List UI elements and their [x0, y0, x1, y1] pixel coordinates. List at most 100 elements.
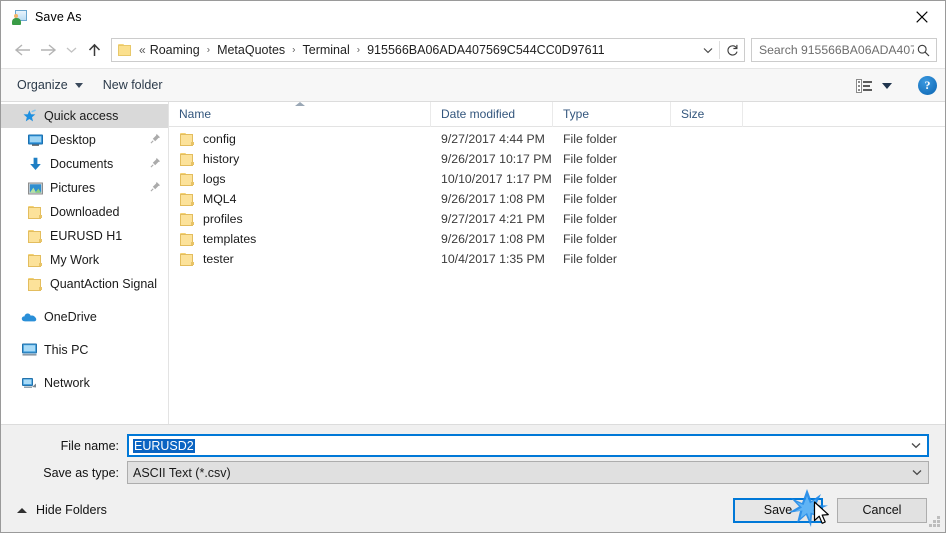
save-as-dialog: Save As « Roaming › MetaQuotes › Termina…	[0, 0, 946, 533]
folder-icon	[27, 204, 43, 220]
folder-icon	[180, 192, 195, 206]
chevron-down-icon[interactable]	[61, 37, 81, 63]
sidebar-item-pictures[interactable]: Pictures	[1, 176, 168, 200]
sidebar-item-quick-access[interactable]: Quick access	[1, 104, 168, 128]
cell-name: profiles	[169, 212, 431, 226]
breadcrumb-item-metaquotes[interactable]: MetaQuotes	[216, 43, 286, 57]
file-name-label: MQL4	[203, 192, 237, 206]
new-folder-label: New folder	[102, 78, 163, 92]
arrow-up-icon[interactable]	[81, 37, 107, 63]
table-row[interactable]: profiles 9/27/2017 4:21 PM File folder	[169, 209, 945, 229]
computer-icon	[21, 342, 37, 358]
picture-icon	[27, 180, 43, 196]
folder-icon	[180, 232, 195, 246]
toolbar: Organize New folder ?	[1, 69, 945, 102]
arrow-right-icon[interactable]	[35, 37, 61, 63]
column-header-size[interactable]: Size	[671, 101, 743, 127]
resize-grip-icon[interactable]	[929, 516, 941, 528]
help-button[interactable]: ?	[918, 76, 937, 95]
window-title: Save As	[35, 9, 82, 24]
organize-button[interactable]: Organize	[11, 75, 89, 95]
cell-type: File folder	[563, 152, 617, 166]
cell-type: File folder	[563, 212, 617, 226]
folder-icon	[180, 172, 195, 186]
pin-icon[interactable]	[150, 157, 162, 171]
cell-name: templates	[169, 232, 431, 246]
column-header-label: Size	[681, 107, 705, 121]
sidebar-item-my-work[interactable]: My Work	[1, 248, 168, 272]
sidebar-item-onedrive[interactable]: OneDrive	[1, 305, 168, 329]
sidebar-item-network[interactable]: Network	[1, 371, 168, 395]
cell-type: File folder	[563, 252, 617, 266]
sidebar-item-this-pc[interactable]: This PC	[1, 338, 168, 362]
cell-date-modified: 9/26/2017 10:17 PM	[441, 152, 552, 166]
hide-folders-button[interactable]: Hide Folders	[11, 503, 107, 517]
navigation-sidebar: Quick access Desktop Documents Pictures …	[1, 102, 169, 424]
table-row[interactable]: MQL4 9/26/2017 1:08 PM File folder	[169, 189, 945, 209]
file-rows: config 9/27/2017 4:44 PM File folder his…	[169, 127, 945, 424]
cell-name: tester	[169, 252, 431, 266]
table-row[interactable]: tester 10/4/2017 1:35 PM File folder	[169, 249, 945, 269]
sidebar-item-label: This PC	[44, 343, 89, 357]
folder-icon	[180, 152, 195, 166]
file-name-label: templates	[203, 232, 257, 246]
save-form: File name: EURUSD2 Save as type: ASCII T…	[1, 425, 945, 488]
file-name-input[interactable]: EURUSD2	[127, 434, 929, 457]
sidebar-item-quantaction-signal[interactable]: QuantAction Signal	[1, 272, 168, 296]
dialog-buttons: Save Cancel	[733, 488, 927, 532]
star-pin-icon	[21, 108, 37, 124]
file-name-row: File name: EURUSD2	[1, 434, 929, 457]
breadcrumb-item-roaming[interactable]: Roaming	[149, 43, 201, 57]
dialog-footer: Hide Folders Save Cancel	[1, 488, 945, 532]
column-header-type[interactable]: Type	[553, 101, 671, 127]
sidebar-item-label: OneDrive	[44, 310, 97, 324]
breadcrumb-overflow[interactable]: «	[138, 43, 149, 57]
column-header-date-modified[interactable]: Date modified	[431, 101, 553, 127]
address-bar[interactable]: « Roaming › MetaQuotes › Terminal › 9155…	[111, 38, 745, 62]
folder-icon	[27, 252, 43, 268]
cell-name: logs	[169, 172, 431, 186]
address-dropdown-icon[interactable]	[697, 39, 719, 61]
sidebar-item-label: Downloaded	[50, 205, 120, 219]
table-row[interactable]: config 9/27/2017 4:44 PM File folder	[169, 129, 945, 149]
view-layout-icon[interactable]	[852, 77, 896, 95]
cancel-button[interactable]: Cancel	[837, 497, 927, 523]
sidebar-item-documents[interactable]: Documents	[1, 152, 168, 176]
close-icon[interactable]	[899, 1, 945, 32]
pin-icon[interactable]	[150, 133, 162, 147]
new-folder-button[interactable]: New folder	[97, 75, 169, 95]
breadcrumb: « Roaming › MetaQuotes › Terminal › 9155…	[138, 43, 697, 57]
cell-date-modified: 10/4/2017 1:35 PM	[441, 252, 545, 266]
column-header-label: Name	[179, 107, 212, 121]
save-button[interactable]: Save	[733, 497, 823, 523]
breadcrumb-item-terminal[interactable]: Terminal	[302, 43, 351, 57]
file-name-label: history	[203, 152, 240, 166]
save-as-type-select[interactable]: ASCII Text (*.csv)	[127, 461, 929, 484]
sort-ascending-icon	[294, 101, 305, 106]
column-header-name[interactable]: Name	[169, 101, 431, 127]
sidebar-item-label: Documents	[50, 157, 114, 171]
sidebar-item-label: Pictures	[50, 181, 96, 195]
sidebar-item-eurusd-h1[interactable]: EURUSD H1	[1, 224, 168, 248]
table-row[interactable]: history 9/26/2017 10:17 PM File folder	[169, 149, 945, 169]
chevron-down-icon[interactable]	[906, 462, 928, 483]
sidebar-item-label: Network	[44, 376, 90, 390]
arrow-left-icon[interactable]	[9, 37, 35, 63]
search-icon[interactable]	[914, 44, 932, 57]
sidebar-item-label: EURUSD H1	[50, 229, 123, 243]
network-icon	[21, 375, 37, 391]
search-input[interactable]: Search 915566BA06ADA40756...	[751, 38, 937, 62]
sidebar-item-downloaded[interactable]: Downloaded	[1, 200, 168, 224]
file-list: Name Date modified Type Size config 9/27…	[169, 101, 945, 424]
table-row[interactable]: logs 10/10/2017 1:17 PM File folder	[169, 169, 945, 189]
table-row[interactable]: templates 9/26/2017 1:08 PM File folder	[169, 229, 945, 249]
sidebar-item-desktop[interactable]: Desktop	[1, 128, 168, 152]
pin-icon[interactable]	[150, 181, 162, 195]
monitor-icon	[27, 132, 43, 148]
chevron-down-icon[interactable]	[905, 436, 927, 455]
refresh-icon[interactable]	[720, 39, 744, 61]
breadcrumb-separator: ›	[292, 44, 296, 55]
breadcrumb-item-terminal-id[interactable]: 915566BA06ADA407569C544CC0D97611	[366, 43, 605, 57]
cell-type: File folder	[563, 192, 617, 206]
